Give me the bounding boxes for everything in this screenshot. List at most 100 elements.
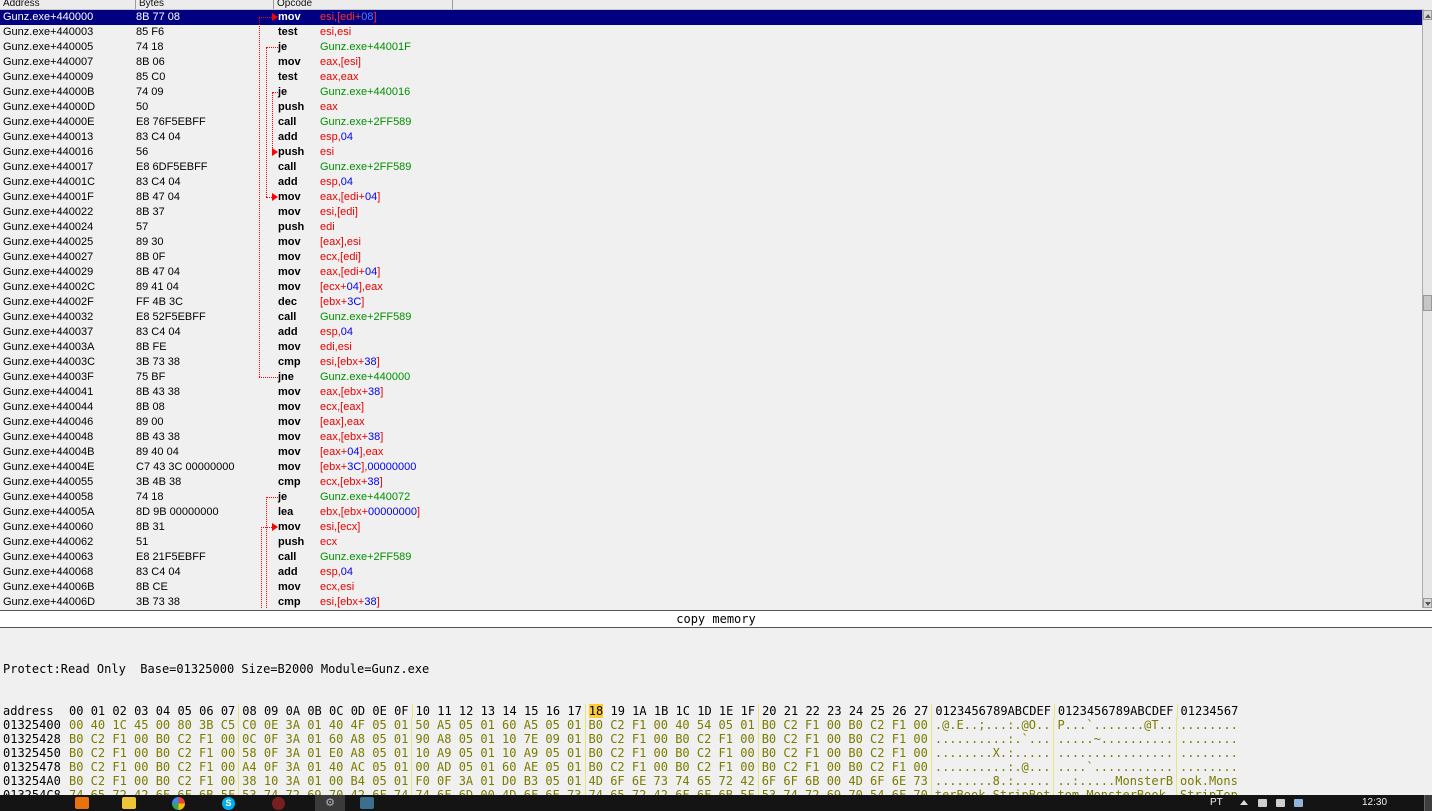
disasm-row[interactable]: Gunz.exe+44003A8B FEmovedi,esi: [0, 340, 1424, 355]
scrollbar-thumb[interactable]: [1423, 295, 1432, 311]
disasm-row[interactable]: Gunz.exe+4400278B 0Fmovecx,[edi]: [0, 250, 1424, 265]
disasm-row[interactable]: Gunz.exe+44003C3B 73 38cmpesi,[ebx+38]: [0, 355, 1424, 370]
disasm-row[interactable]: Gunz.exe+440017E8 6DF5EBFFcallGunz.exe+2…: [0, 160, 1424, 175]
disasm-row[interactable]: Gunz.exe+4400418B 43 38moveax,[ebx+38]: [0, 385, 1424, 400]
opcode-operands: eax,[ebx+38]: [320, 385, 1424, 400]
opcode-operands: Gunz.exe+44001F: [320, 40, 1424, 55]
disasm-row[interactable]: Gunz.exe+44005A8D 9B 00000000leaebx,[ebx…: [0, 505, 1424, 520]
disasm-row[interactable]: Gunz.exe+4400488B 43 38moveax,[ebx+38]: [0, 430, 1424, 445]
disasm-row[interactable]: Gunz.exe+4400553B 4B 38cmpecx,[ebx+38]: [0, 475, 1424, 490]
column-bytes[interactable]: Bytes: [139, 0, 164, 9]
folder-icon[interactable]: [122, 797, 136, 809]
disasm-row[interactable]: Gunz.exe+44004689 00mov[eax],eax: [0, 415, 1424, 430]
disasm-row[interactable]: Gunz.exe+44000EE8 76F5EBFFcallGunz.exe+2…: [0, 115, 1424, 130]
opcode-mnemonic: mov: [278, 400, 320, 415]
opcode-operands: esp,04: [320, 130, 1424, 145]
disasm-row[interactable]: Gunz.exe+44002C89 41 04mov[ecx+04],eax: [0, 280, 1424, 295]
hex-address: 01325450: [0, 746, 66, 760]
opcode-operands: ecx: [320, 535, 1424, 550]
disasm-row[interactable]: Gunz.exe+44003783 C4 04addesp,04: [0, 325, 1424, 340]
disasm-row[interactable]: Gunz.exe+44006B8B CEmovecx,esi: [0, 580, 1424, 595]
hex-ascii: ..:.....MonsterB: [1054, 774, 1177, 788]
disasm-row[interactable]: Gunz.exe+44000985 C0testeax,eax: [0, 70, 1424, 85]
hex-bytes-group: B0 C2 F1 00 40 54 05 01: [586, 718, 759, 732]
opcode-operands: esi,[ebx+38]: [320, 595, 1424, 610]
hex-row[interactable]: 01325450B0 C2 F1 00 B0 C2 F1 0058 0F 3A …: [0, 746, 1432, 760]
disasm-bytes: C7 43 3C 00000000: [136, 460, 249, 475]
hex-bytes-group: F0 0F 3A 01 D0 B3 05 01: [412, 774, 585, 788]
language-indicator[interactable]: PT: [1210, 797, 1223, 808]
disasm-row[interactable]: Gunz.exe+4400608B 31movesi,[ecx]: [0, 520, 1424, 535]
disasm-row[interactable]: Gunz.exe+44000B74 09jeGunz.exe+440016: [0, 85, 1424, 100]
disasm-row[interactable]: Gunz.exe+44000385 F6testesi,esi: [0, 25, 1424, 40]
opcode-operands: eax,[edi+04]: [320, 265, 1424, 280]
show-desktop-button[interactable]: [1424, 795, 1432, 811]
hex-row[interactable]: 01325428B0 C2 F1 00 B0 C2 F1 000C 0F 3A …: [0, 732, 1432, 746]
hex-address: 01325428: [0, 732, 66, 746]
disasm-row[interactable]: Gunz.exe+44006883 C4 04addesp,04: [0, 565, 1424, 580]
disasm-row[interactable]: Gunz.exe+4400228B 37movesi,[edi]: [0, 205, 1424, 220]
scroll-up-icon[interactable]: [1423, 10, 1432, 20]
disasm-bytes: 8B 0F: [136, 250, 249, 265]
disasm-row-selected[interactable]: Gunz.exe+4400008B 77 08movesi,[edi+08]: [0, 10, 1424, 25]
disasm-row[interactable]: Gunz.exe+44004B89 40 04mov[eax+04],eax: [0, 445, 1424, 460]
tray-network-icon[interactable]: [1258, 799, 1267, 807]
disassembly-scrollbar[interactable]: [1422, 10, 1432, 608]
disassembly-panel: Address Bytes Opcode Gunz.exe+4400008B 7…: [0, 0, 1424, 610]
disasm-row[interactable]: Gunz.exe+44005874 18jeGunz.exe+440072: [0, 490, 1424, 505]
disasm-address: Gunz.exe+440027: [0, 250, 136, 265]
opcode-mnemonic: call: [278, 115, 320, 130]
disasm-bytes: 8B 47 04: [136, 190, 249, 205]
tray-volume-icon[interactable]: [1276, 799, 1285, 807]
scroll-down-icon[interactable]: [1423, 598, 1432, 608]
disasm-row[interactable]: Gunz.exe+44002FFF 4B 3Cdec[ebx+3C]: [0, 295, 1424, 310]
disasm-row[interactable]: Gunz.exe+440032E8 52F5EBFFcallGunz.exe+2…: [0, 310, 1424, 325]
disasm-row[interactable]: Gunz.exe+44000D50pusheax: [0, 100, 1424, 115]
tray-display-icon[interactable]: [1294, 799, 1303, 807]
disasm-row[interactable]: Gunz.exe+4400078B 06moveax,[esi]: [0, 55, 1424, 70]
disasm-row[interactable]: Gunz.exe+44006D3B 73 38cmpesi,[ebx+38]: [0, 595, 1424, 610]
tray-expand-icon[interactable]: [1240, 800, 1248, 805]
column-opcode[interactable]: Opcode: [277, 0, 312, 9]
disasm-row[interactable]: Gunz.exe+44001F8B 47 04moveax,[edi+04]: [0, 190, 1424, 205]
disasm-row[interactable]: Gunz.exe+44002457pushedi: [0, 220, 1424, 235]
disasm-bytes: E8 6DF5EBFF: [136, 160, 249, 175]
disasm-address: Gunz.exe+44006D: [0, 595, 136, 610]
hex-row[interactable]: 01325478B0 C2 F1 00 B0 C2 F1 00A4 0F 3A …: [0, 760, 1432, 774]
disasm-row[interactable]: Gunz.exe+4400448B 08movecx,[eax]: [0, 400, 1424, 415]
disasm-row[interactable]: Gunz.exe+4400298B 47 04moveax,[edi+04]: [0, 265, 1424, 280]
disasm-bytes: 3B 73 38: [136, 595, 249, 610]
column-address[interactable]: Address: [3, 0, 40, 9]
skype-icon[interactable]: S: [222, 797, 235, 810]
disasm-row[interactable]: Gunz.exe+44003F75 BFjneGunz.exe+440000: [0, 370, 1424, 385]
disasm-row[interactable]: Gunz.exe+440063E8 21F5EBFFcallGunz.exe+2…: [0, 550, 1424, 565]
opcode-mnemonic: mov: [278, 55, 320, 70]
hex-row[interactable]: 013254A0B0 C2 F1 00 B0 C2 F1 0038 10 3A …: [0, 774, 1432, 788]
disasm-bytes: 8B 06: [136, 55, 249, 70]
disasm-row[interactable]: Gunz.exe+44001C83 C4 04addesp,04: [0, 175, 1424, 190]
browser-icon[interactable]: [172, 797, 185, 810]
opcode-operands: [ecx+04],eax: [320, 280, 1424, 295]
disasm-row[interactable]: Gunz.exe+44001656pushesi: [0, 145, 1424, 160]
active-app-highlight[interactable]: ⚙: [315, 795, 345, 811]
hex-row[interactable]: 0132540000 40 1C 45 00 80 3B C5C0 0E 3A …: [0, 718, 1432, 732]
disasm-address: Gunz.exe+440060: [0, 520, 136, 535]
app-window-icon[interactable]: [360, 797, 374, 809]
disasm-address: Gunz.exe+44003F: [0, 370, 136, 385]
disasm-row[interactable]: Gunz.exe+44001383 C4 04addesp,04: [0, 130, 1424, 145]
opcode-operands: esi,[edi+08]: [320, 10, 1424, 25]
hex-row[interactable]: 013254C874 65 72 42 6F 6F 6B 5F53 74 72 …: [0, 788, 1432, 795]
disasm-row[interactable]: Gunz.exe+44000574 18jeGunz.exe+44001F: [0, 40, 1424, 55]
disasm-address: Gunz.exe+440029: [0, 265, 136, 280]
hex-ascii: ..........:.`...: [932, 732, 1055, 746]
opcode-mnemonic: add: [278, 565, 320, 580]
clock[interactable]: 12:30: [1362, 797, 1387, 808]
disasm-row[interactable]: Gunz.exe+44006251pushecx: [0, 535, 1424, 550]
document-icon[interactable]: [75, 797, 89, 809]
opcode-mnemonic: lea: [278, 505, 320, 520]
hex-ascii: 0123456789ABCDEF: [932, 704, 1055, 718]
media-icon[interactable]: [272, 797, 285, 810]
disasm-address: Gunz.exe+440055: [0, 475, 136, 490]
disasm-row[interactable]: Gunz.exe+44004EC7 43 3C 00000000mov[ebx+…: [0, 460, 1424, 475]
disasm-row[interactable]: Gunz.exe+44002589 30mov[eax],esi: [0, 235, 1424, 250]
